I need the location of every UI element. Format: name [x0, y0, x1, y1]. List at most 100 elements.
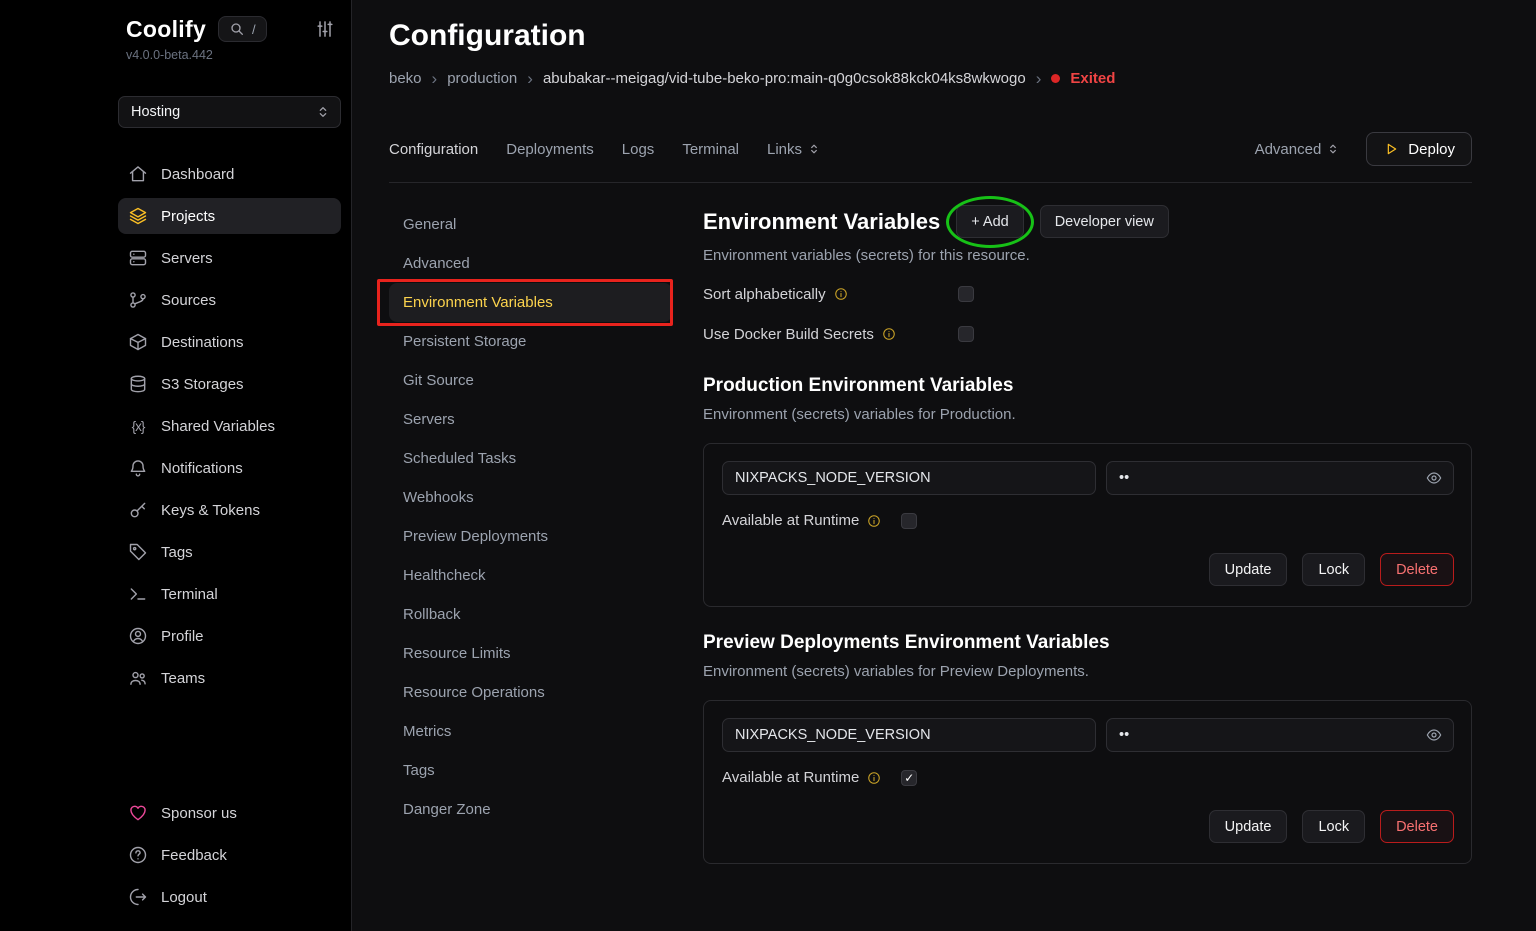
- home-icon: [128, 164, 148, 184]
- subnav-item-general[interactable]: General: [389, 205, 672, 244]
- sidebar-item-servers[interactable]: Servers: [118, 240, 341, 276]
- add-button[interactable]: + Add: [956, 205, 1024, 238]
- update-button[interactable]: Update: [1209, 553, 1288, 586]
- subnav-item-environment-variables[interactable]: Environment Variables: [389, 283, 672, 322]
- sidebar-item-label: Shared Variables: [161, 418, 275, 435]
- chevron-right-icon: ›: [1036, 70, 1042, 87]
- subnav-item-scheduled-tasks[interactable]: Scheduled Tasks: [389, 439, 672, 478]
- subnav-item-advanced[interactable]: Advanced: [389, 244, 672, 283]
- tab-links[interactable]: Links: [767, 141, 821, 158]
- tab-bar: Configuration Deployments Logs Terminal …: [389, 132, 1472, 166]
- info-icon[interactable]: [867, 514, 881, 528]
- runtime-checkbox[interactable]: [901, 513, 917, 529]
- logout-icon: [128, 887, 148, 907]
- sidebar-item-teams[interactable]: Teams: [118, 660, 341, 696]
- advanced-select[interactable]: Advanced: [1255, 141, 1341, 158]
- chevron-up-down-icon: [1326, 142, 1340, 156]
- play-icon: [1383, 141, 1399, 157]
- developer-view-button[interactable]: Developer view: [1040, 205, 1169, 238]
- git-branch-icon: [128, 290, 148, 310]
- subnav-item-persistent-storage[interactable]: Persistent Storage: [389, 322, 672, 361]
- user-circle-icon: [128, 626, 148, 646]
- sidebar-item-feedback[interactable]: Feedback: [118, 837, 341, 873]
- subnav-item-git-source[interactable]: Git Source: [389, 361, 672, 400]
- chevron-right-icon: ›: [432, 70, 438, 87]
- tab-label: Deployments: [506, 141, 594, 158]
- tag-icon: [128, 542, 148, 562]
- subnav-item-metrics[interactable]: Metrics: [389, 712, 672, 751]
- subnav-item-webhooks[interactable]: Webhooks: [389, 478, 672, 517]
- toggle-label: Use Docker Build Secrets: [703, 326, 874, 343]
- settings-sliders-icon[interactable]: [315, 19, 335, 39]
- tab-logs[interactable]: Logs: [622, 141, 655, 158]
- tab-label: Configuration: [389, 141, 478, 158]
- sidebar-item-dashboard[interactable]: Dashboard: [118, 156, 341, 192]
- sidebar: Coolify / v4.0.0-beta.442 Hosting Dashbo…: [0, 0, 352, 931]
- page-title: Configuration: [389, 18, 1472, 54]
- sidebar-item-label: Servers: [161, 250, 213, 267]
- breadcrumb-project[interactable]: beko: [389, 70, 422, 87]
- sidebar-item-sources[interactable]: Sources: [118, 282, 341, 318]
- env-var-value-input[interactable]: [1106, 461, 1454, 495]
- sidebar-item-notifications[interactable]: Notifications: [118, 450, 341, 486]
- subnav-item-tags[interactable]: Tags: [389, 751, 672, 790]
- subnav-item-preview-deployments[interactable]: Preview Deployments: [389, 517, 672, 556]
- chevron-up-down-icon: [807, 142, 821, 156]
- deploy-button[interactable]: Deploy: [1366, 132, 1472, 166]
- sidebar-item-projects[interactable]: Projects: [118, 198, 341, 234]
- team-select[interactable]: Hosting: [118, 96, 341, 128]
- eye-icon[interactable]: [1426, 727, 1442, 743]
- env-var-name-input[interactable]: [722, 461, 1096, 495]
- lock-button[interactable]: Lock: [1302, 553, 1365, 586]
- sort-alphabetically-checkbox[interactable]: [958, 286, 974, 302]
- section-subtitle: Environment variables (secrets) for this…: [703, 247, 1472, 264]
- sidebar-item-tags[interactable]: Tags: [118, 534, 341, 570]
- docker-build-secrets-row: Use Docker Build Secrets: [703, 322, 1472, 346]
- lock-button[interactable]: Lock: [1302, 810, 1365, 843]
- sidebar-item-label: Sponsor us: [161, 805, 237, 822]
- sidebar-item-destinations[interactable]: Destinations: [118, 324, 341, 360]
- sidebar-item-shared-variables[interactable]: {x} Shared Variables: [118, 408, 341, 444]
- env-var-name-input[interactable]: [722, 718, 1096, 752]
- env-var-value-input[interactable]: [1106, 718, 1454, 752]
- help-circle-icon: [128, 845, 148, 865]
- info-icon[interactable]: [834, 287, 848, 301]
- tab-bar-actions: Advanced Deploy: [1255, 132, 1472, 166]
- sidebar-item-s3-storages[interactable]: S3 Storages: [118, 366, 341, 402]
- available-at-runtime-row: Available at Runtime ✓: [722, 769, 1454, 786]
- database-icon: [128, 374, 148, 394]
- runtime-checkbox[interactable]: ✓: [901, 770, 917, 786]
- tab-deployments[interactable]: Deployments: [506, 141, 594, 158]
- delete-button[interactable]: Delete: [1380, 810, 1454, 843]
- subnav-item-healthcheck[interactable]: Healthcheck: [389, 556, 672, 595]
- info-icon[interactable]: [867, 771, 881, 785]
- sidebar-item-logout[interactable]: Logout: [118, 879, 341, 915]
- brand-row: Coolify /: [118, 14, 341, 44]
- delete-button[interactable]: Delete: [1380, 553, 1454, 586]
- sidebar-item-label: Projects: [161, 208, 215, 225]
- tab-terminal[interactable]: Terminal: [682, 141, 739, 158]
- subnav-item-resource-operations[interactable]: Resource Operations: [389, 673, 672, 712]
- sidebar-item-profile[interactable]: Profile: [118, 618, 341, 654]
- update-button[interactable]: Update: [1209, 810, 1288, 843]
- docker-build-secrets-checkbox[interactable]: [958, 326, 974, 342]
- sidebar-item-terminal[interactable]: Terminal: [118, 576, 341, 612]
- sidebar-item-sponsor[interactable]: Sponsor us: [118, 795, 341, 831]
- subnav-item-rollback[interactable]: Rollback: [389, 595, 672, 634]
- chevron-up-down-icon: [315, 104, 331, 120]
- breadcrumb-environment[interactable]: production: [447, 70, 517, 87]
- eye-icon[interactable]: [1426, 470, 1442, 486]
- tab-configuration[interactable]: Configuration: [389, 141, 478, 158]
- search-button[interactable]: /: [218, 16, 267, 42]
- app-version: v4.0.0-beta.442: [126, 48, 341, 66]
- cube-icon: [128, 332, 148, 352]
- breadcrumb-resource[interactable]: abubakar--meigag/vid-tube-beko-pro:main-…: [543, 70, 1026, 87]
- info-icon[interactable]: [882, 327, 896, 341]
- braces-x-icon: {x}: [128, 419, 148, 434]
- subnav-item-servers[interactable]: Servers: [389, 400, 672, 439]
- sidebar-item-keys-tokens[interactable]: Keys & Tokens: [118, 492, 341, 528]
- subnav-item-resource-limits[interactable]: Resource Limits: [389, 634, 672, 673]
- subnav-item-danger-zone[interactable]: Danger Zone: [389, 790, 672, 829]
- toggle-label: Sort alphabetically: [703, 286, 826, 303]
- env-var-card-preview: Available at Runtime ✓ Update Lock Delet…: [703, 700, 1472, 864]
